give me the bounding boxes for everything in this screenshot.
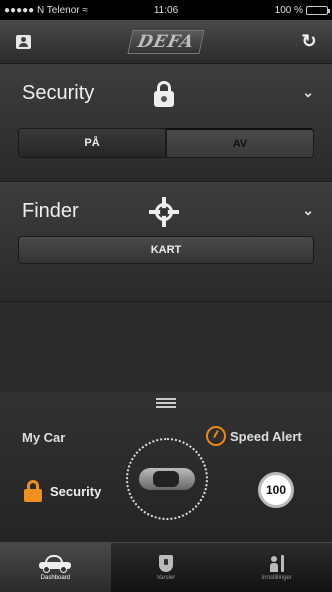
refresh-icon: ↻ bbox=[301, 31, 317, 51]
security-status-label: Security bbox=[50, 483, 102, 499]
dashboard-panel: My Car Speed Alert Security 100 bbox=[0, 392, 332, 542]
tab-label: Innstillinger bbox=[261, 575, 292, 581]
refresh-button[interactable]: ↻ bbox=[296, 29, 322, 55]
speed-limit-sign[interactable]: 100 bbox=[258, 472, 294, 508]
map-button[interactable]: KART bbox=[18, 236, 314, 264]
status-bar: ●●●●● N Telenor ≈ 11:06 100 % bbox=[0, 0, 332, 20]
car-icon bbox=[139, 468, 195, 490]
security-toggle: PÅ AV bbox=[18, 128, 314, 158]
tab-label: Varsler bbox=[156, 574, 176, 581]
finder-panel: Finder ⌄ KART bbox=[0, 182, 332, 302]
settings-icon bbox=[269, 554, 284, 572]
tab-bar: Dashboard Varsler Innstillinger bbox=[0, 542, 332, 592]
drag-handle-icon[interactable] bbox=[156, 398, 176, 408]
status-right: 100 % bbox=[274, 4, 330, 16]
battery-percent: 100 % bbox=[274, 4, 303, 16]
panel-filler bbox=[0, 302, 332, 392]
my-car-label: My Car bbox=[22, 430, 66, 445]
security-status-item[interactable]: Security bbox=[24, 480, 101, 502]
finder-panel-header[interactable]: Finder ⌄ bbox=[0, 182, 332, 240]
speed-alert-label: Speed Alert bbox=[230, 428, 302, 444]
tab-dashboard[interactable]: Dashboard bbox=[0, 543, 111, 592]
car-status-ring[interactable] bbox=[126, 438, 208, 520]
speed-alert-item[interactable]: Speed Alert bbox=[206, 426, 302, 446]
finder-title: Finder bbox=[22, 200, 79, 222]
tab-innstillinger[interactable]: Innstillinger bbox=[221, 543, 332, 592]
contact-card-icon bbox=[15, 34, 31, 49]
defa-logo: DEFA bbox=[127, 29, 205, 54]
tab-varsler[interactable]: Varsler bbox=[111, 543, 222, 592]
lock-icon bbox=[148, 78, 180, 110]
security-panel-header[interactable]: Security ⌄ bbox=[0, 64, 332, 122]
battery-icon bbox=[306, 5, 330, 15]
navigation-bar: DEFA ↻ bbox=[0, 20, 332, 64]
lock-icon bbox=[24, 480, 42, 502]
speedometer-icon bbox=[206, 426, 226, 446]
security-off-option[interactable]: AV bbox=[166, 128, 314, 158]
crosshair-icon bbox=[148, 196, 180, 228]
tab-label: Dashboard bbox=[40, 575, 71, 581]
carrier-label: ●●●●● N Telenor ≈ bbox=[4, 4, 88, 16]
security-on-option[interactable]: PÅ bbox=[18, 128, 166, 158]
chevron-down-icon[interactable]: ⌄ bbox=[302, 202, 314, 219]
chevron-down-icon[interactable]: ⌄ bbox=[302, 84, 314, 101]
car-icon bbox=[39, 554, 72, 573]
security-panel: Security ⌄ PÅ AV bbox=[0, 64, 332, 182]
contact-button[interactable] bbox=[10, 29, 36, 55]
security-title: Security bbox=[22, 82, 95, 104]
shield-icon bbox=[159, 554, 173, 572]
